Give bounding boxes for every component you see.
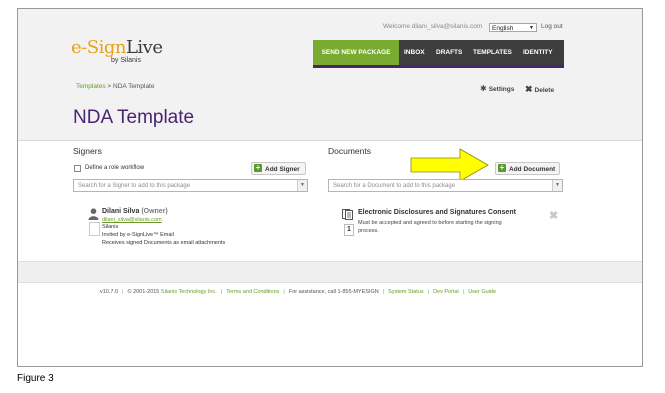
add-document-label: Add Document (509, 166, 556, 173)
document-name: Electronic Disclosures and Signatures Co… (358, 209, 516, 216)
close-icon[interactable]: ✖ (549, 209, 558, 222)
welcome-text: Welcome dilani_silva@silanis.com (383, 23, 482, 30)
footer-separator: | (427, 289, 430, 295)
footer-band (18, 261, 642, 283)
document-desc-line2: process. (358, 228, 379, 234)
page-title: NDA Template (73, 107, 195, 128)
x-icon: ✖ (525, 84, 533, 94)
breadcrumb: Templates > NDA Template (76, 83, 154, 90)
document-order: 1 (344, 224, 354, 236)
role-workflow-checkbox[interactable] (74, 165, 81, 172)
role-workflow-label: Define a role workflow (85, 165, 145, 171)
nav-item-drafts[interactable]: DRAFTS (436, 40, 462, 65)
footer-version: v10.7.0 (100, 289, 119, 295)
arrow-right-icon (410, 148, 489, 182)
breadcrumb-separator: > (105, 83, 114, 90)
header: Welcome dilani_silva@silanis.com English… (18, 9, 642, 141)
signer-delivery: Receives signed Documents as email attac… (102, 240, 226, 246)
breadcrumb-current: NDA Template (113, 83, 155, 90)
signer-company: Silanis (102, 224, 119, 230)
signers-title: Signers (73, 146, 102, 156)
figure-caption: Figure 3 (17, 373, 54, 384)
welcome-prefix: Welcome (383, 23, 412, 30)
footer: v10.7.0 | © 2001-2015 Silanis Technology I… (100, 289, 496, 295)
language-select[interactable]: English ▼ (489, 23, 537, 32)
signer-email[interactable]: dilani_silva@silanis.com (102, 217, 162, 223)
delete-button[interactable]: ✖ Delete (525, 84, 554, 95)
send-new-package-button[interactable]: SEND NEW PACKAGE (313, 40, 399, 65)
plus-icon: + (498, 163, 506, 173)
document-desc-line1: Must be accepted and agreed to before st… (358, 220, 502, 226)
app-window: Welcome dilani_silva@silanis.com English… (17, 8, 643, 367)
nav-item-identity[interactable]: IDENTITY (523, 40, 553, 65)
signer-invite: Invited by e-SignLive™ Email (102, 232, 174, 238)
signer-name-text: Dilani Silva (102, 208, 140, 215)
logo[interactable]: e-SignLive by Silanis (71, 37, 163, 67)
footer-assistance: For assistance, call 1-855-MYESIGN (288, 289, 379, 295)
signer-search-input[interactable]: Search for a Signer to add to this packa… (73, 179, 308, 192)
documents-title: Documents (328, 146, 371, 156)
footer-separator: | (283, 289, 285, 295)
nav-item-inbox[interactable]: INBOX (404, 40, 425, 65)
logo-byline: by Silanis (111, 57, 141, 64)
signer-order-box (89, 222, 100, 236)
footer-terms-link[interactable]: Terms and Conditions (226, 289, 279, 295)
logo-brand-prefix: e-Sign (71, 37, 126, 58)
footer-separator: | (220, 289, 223, 295)
footer-copyright: © 2001-2015 (127, 289, 161, 295)
chevron-down-icon: ▼ (552, 180, 562, 191)
footer-separator: | (122, 289, 124, 295)
logo-brand: e-SignLive (71, 37, 163, 58)
footer-separator: | (382, 289, 385, 295)
document-search-input[interactable]: Search for a Document to add to this pac… (328, 179, 563, 192)
footer-status-link[interactable]: System Status (388, 289, 423, 295)
main-nav: SEND NEW PACKAGE INBOX DRAFTS TEMPLATES … (313, 40, 564, 68)
signer-role: (Owner) (141, 208, 168, 215)
footer-user-guide-link[interactable]: User Guide (468, 289, 496, 295)
settings-label: Settings (488, 86, 515, 93)
chevron-down-icon: ▼ (529, 25, 534, 31)
logout-link[interactable]: Log out (541, 23, 563, 30)
footer-dev-portal-link[interactable]: Dev Portal (433, 289, 459, 295)
plus-icon: + (254, 163, 262, 173)
delete-label: Delete (534, 87, 555, 94)
settings-button[interactable]: ✱ Settings (480, 84, 514, 93)
document-icon (342, 209, 353, 220)
footer-company-link[interactable]: Silanis Technology Inc. (161, 289, 217, 295)
add-signer-button[interactable]: + Add Signer (251, 162, 306, 175)
language-value: English (492, 25, 514, 32)
signer-search-placeholder: Search for a Signer to add to this packa… (78, 183, 191, 189)
add-document-button[interactable]: + Add Document (495, 162, 560, 175)
welcome-email: dilani_silva@silanis.com (411, 23, 483, 30)
signer-name: Dilani Silva (Owner) (102, 208, 168, 215)
footer-separator: | (462, 289, 465, 295)
add-signer-label: Add Signer (265, 166, 300, 173)
nav-item-templates[interactable]: TEMPLATES (473, 40, 512, 65)
chevron-down-icon: ▼ (297, 180, 307, 191)
person-icon (88, 208, 99, 220)
breadcrumb-templates-link[interactable]: Templates (76, 83, 106, 90)
gear-icon: ✱ (480, 84, 487, 93)
document-search-placeholder: Search for a Document to add to this pac… (333, 183, 456, 189)
logo-brand-suffix: Live (125, 37, 163, 58)
